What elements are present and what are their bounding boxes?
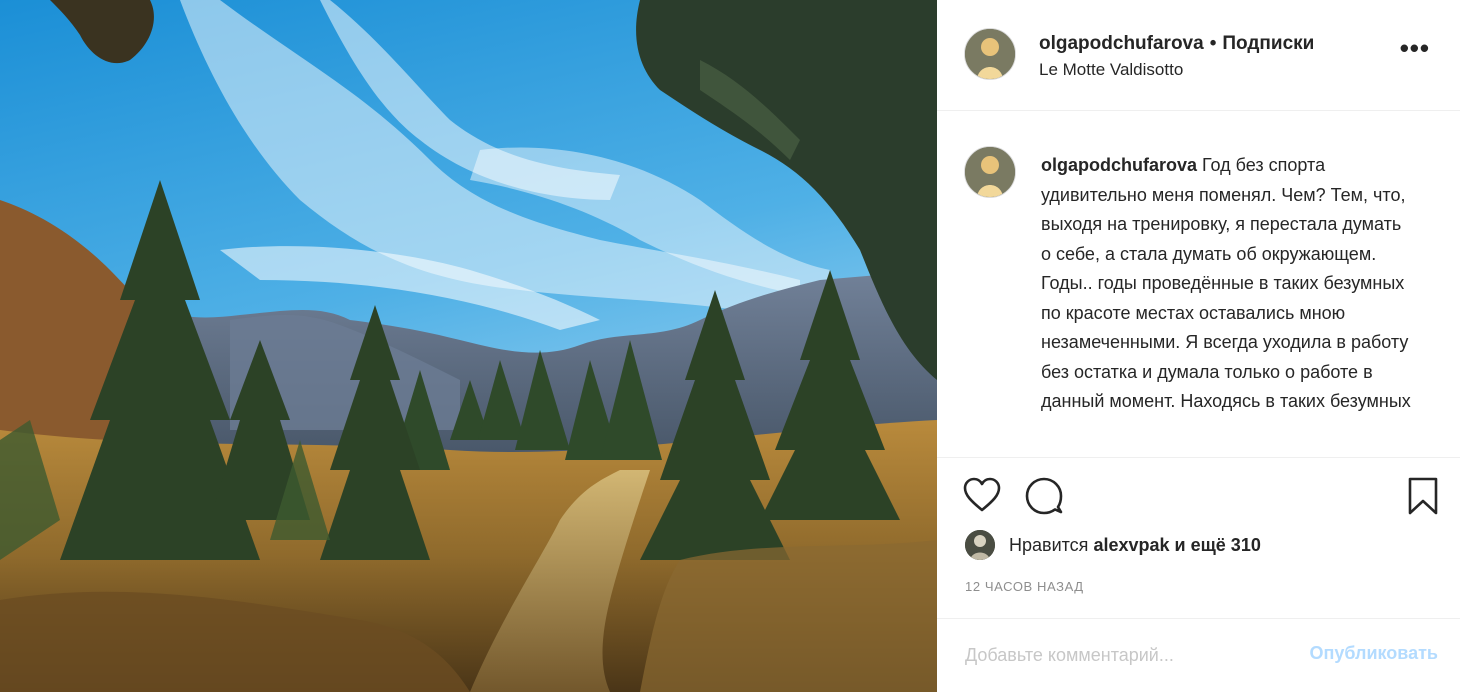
more-options-button[interactable]: ••• (1400, 35, 1430, 61)
caption-text: olgapodchufarova Год без спорта удивитель… (1041, 151, 1416, 417)
instagram-post: olgapodchufarova • Подписки Le Motte Valdi… (0, 0, 1460, 692)
comment-bar: Опубликовать (937, 618, 1460, 693)
caption-section: olgapodchufarova Год без спорта удивитель… (937, 111, 1460, 456)
follow-state-button[interactable]: Подписки (1222, 33, 1314, 54)
comment-input[interactable] (965, 641, 1265, 669)
header-separator: • (1209, 33, 1217, 54)
likes-text: Нравится alexvpak и ещё 310 (1009, 535, 1261, 556)
post-header: olgapodchufarova • Подписки Le Motte Valdi… (937, 0, 1460, 111)
like-button[interactable] (963, 477, 1001, 513)
save-button[interactable] (1407, 476, 1439, 516)
comment-button[interactable] (1025, 477, 1063, 515)
post-location[interactable]: Le Motte Valdisotto (1039, 60, 1183, 80)
likes-count[interactable]: и ещё 310 (1175, 535, 1261, 555)
caption-paragraph-2: Годы.. годы проведённые в таких безумных… (1041, 273, 1411, 411)
mountain-landscape-image (0, 0, 937, 692)
heart-icon (963, 477, 1001, 512)
header-author-line: olgapodchufarova • Подписки (1039, 33, 1314, 55)
comment-icon (1025, 477, 1063, 515)
author-username[interactable]: olgapodchufarova (1039, 33, 1204, 54)
post-actions: Нравится alexvpak и ещё 310 12 ЧАСОВ НАЗ… (937, 457, 1460, 618)
liker-avatar[interactable] (965, 530, 995, 560)
caption-username[interactable]: olgapodchufarova (1041, 155, 1197, 175)
likes-row: Нравится alexvpak и ещё 310 (965, 530, 1261, 560)
publish-button[interactable]: Опубликовать (1309, 643, 1438, 664)
avatar-photo-icon (965, 530, 995, 560)
post-side-panel: olgapodchufarova • Подписки Le Motte Valdi… (937, 0, 1460, 692)
post-timestamp[interactable]: 12 ЧАСОВ НАЗАД (965, 579, 1084, 594)
post-photo[interactable] (0, 0, 937, 692)
liker-username[interactable]: alexvpak (1093, 535, 1169, 555)
avatar-photo-icon (965, 29, 1015, 79)
caption-author-avatar[interactable] (964, 146, 1016, 198)
author-avatar[interactable] (964, 28, 1016, 80)
avatar-photo-icon (965, 147, 1015, 197)
likes-prefix: Нравится (1009, 534, 1089, 555)
bookmark-icon (1408, 477, 1438, 515)
